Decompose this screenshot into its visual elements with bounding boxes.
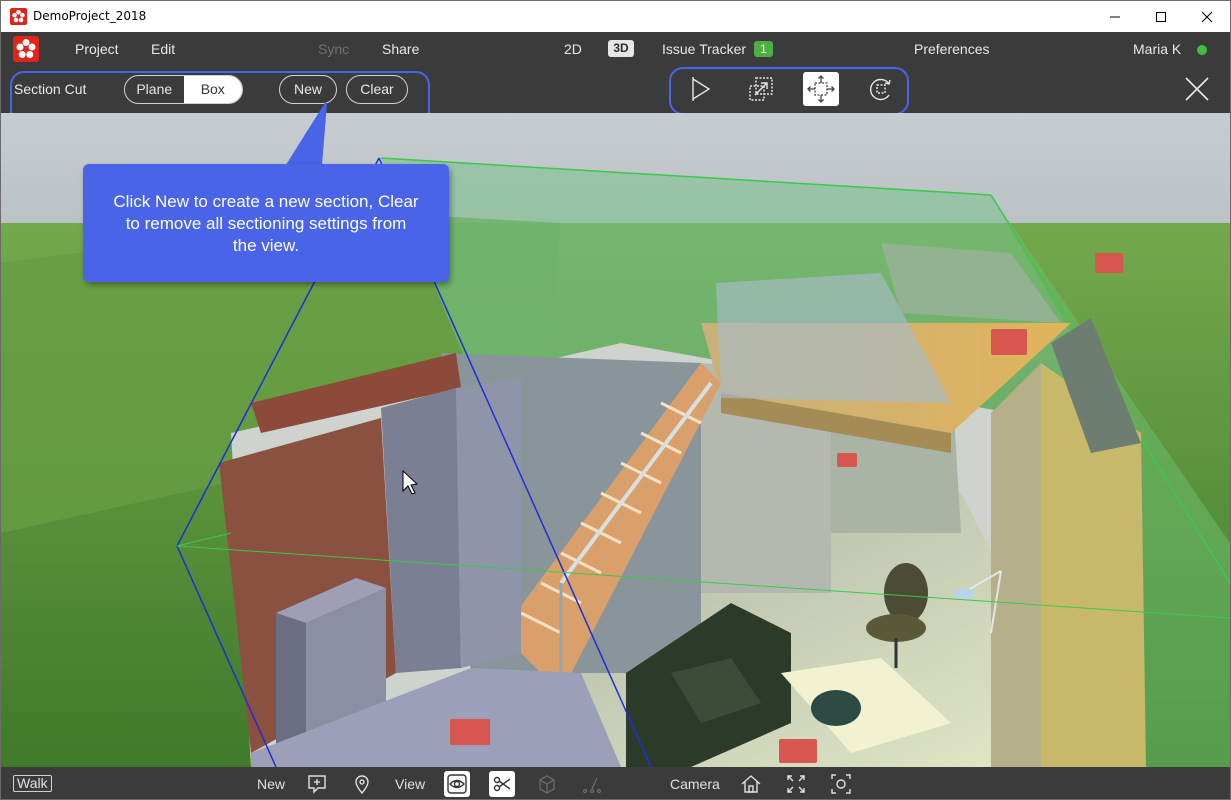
- walk-button[interactable]: Walk: [13, 775, 52, 792]
- title-bar: DemoProject_2018: [1, 1, 1230, 32]
- brand-logo-icon[interactable]: [13, 36, 39, 62]
- menu-bar: Project Edit Sync Share 2D 3D Issue Trac…: [1, 32, 1230, 65]
- help-callout-text: Click New to create a new section, Clear…: [113, 192, 419, 255]
- minimize-button[interactable]: [1092, 1, 1138, 32]
- menu-project[interactable]: Project: [75, 41, 119, 57]
- measure-icon[interactable]: [579, 771, 605, 797]
- window-title: DemoProject_2018: [33, 9, 147, 23]
- bottom-toolbar: Walk New View Camera: [1, 767, 1230, 799]
- menu-issue-tracker[interactable]: Issue Tracker: [662, 41, 746, 57]
- online-status-dot: [1197, 45, 1207, 55]
- new-label: New: [257, 776, 286, 792]
- issue-count-badge: 1: [754, 41, 773, 57]
- close-window-button[interactable]: [1184, 1, 1230, 32]
- view-3d-button[interactable]: 3D: [608, 40, 634, 57]
- home-view-icon[interactable]: [738, 771, 764, 797]
- view-2d-button[interactable]: 2D: [564, 41, 582, 57]
- menu-sync[interactable]: Sync: [318, 41, 349, 57]
- screenshot-icon[interactable]: [828, 771, 854, 797]
- menu-edit[interactable]: Edit: [151, 41, 175, 57]
- maximize-button[interactable]: [1138, 1, 1184, 32]
- camera-label: Camera: [670, 776, 720, 792]
- app-logo-icon: [10, 8, 27, 25]
- section-cut-toolbar: Section Cut Plane Box New Clear: [1, 65, 1230, 129]
- box-view-icon[interactable]: [534, 771, 560, 797]
- app-window: DemoProject_2018 Project Edit Sync Share…: [0, 0, 1231, 800]
- view-label: View: [395, 776, 426, 792]
- fit-view-icon[interactable]: [783, 771, 809, 797]
- section-scissors-icon[interactable]: [489, 771, 515, 797]
- user-name[interactable]: Maria K: [1133, 41, 1181, 57]
- transform-tools-highlight: [669, 67, 909, 115]
- add-issue-pin-icon[interactable]: [349, 771, 375, 797]
- menu-preferences[interactable]: Preferences: [914, 41, 989, 57]
- close-section-icon[interactable]: [1181, 73, 1213, 105]
- add-note-icon[interactable]: [304, 771, 330, 797]
- menu-share[interactable]: Share: [382, 41, 419, 57]
- help-callout: Click New to create a new section, Clear…: [83, 164, 449, 282]
- visibility-eye-icon[interactable]: [444, 771, 470, 797]
